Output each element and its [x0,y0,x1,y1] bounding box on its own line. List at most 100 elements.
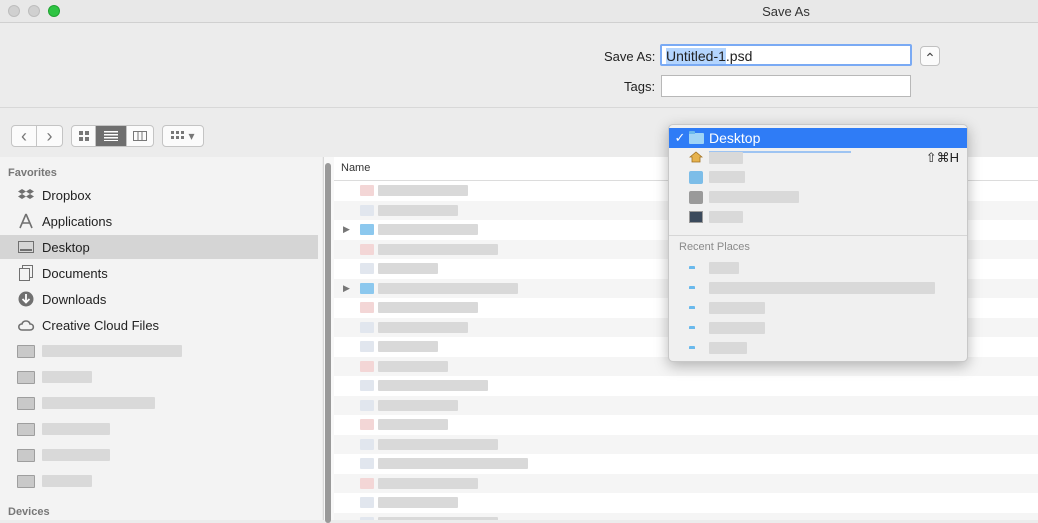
popup-recent-place[interactable] [669,278,967,298]
table-row[interactable] [334,415,1038,434]
folder-icon [16,343,36,359]
sidebar-item-desktop[interactable]: Desktop [0,235,318,259]
sidebar-item-label: Creative Cloud Files [42,317,160,333]
file-icon [360,438,374,450]
file-icon [360,419,374,430]
redacted-label [378,321,468,333]
documents-icon [16,265,36,281]
redacted-label [378,302,478,313]
table-row[interactable] [334,473,1038,493]
grid-icon [78,131,89,141]
home-icon [688,150,709,166]
redacted-label [378,458,528,469]
filename-extension: .psd [725,48,753,64]
redacted-label [378,516,498,520]
desktop-icon [16,239,36,255]
sidebar-scrollbar[interactable] [325,163,331,523]
table-row[interactable] [334,454,1038,473]
chevron-left-icon: ‹ [21,125,27,146]
redacted-label [42,449,110,461]
home-shortcut: ⇧⌘H [925,150,959,165]
user-icon [689,170,709,184]
table-row[interactable] [334,512,1038,520]
back-button[interactable]: ‹ [12,125,38,146]
file-icon [360,302,374,313]
title-bar: Save As [0,0,1038,23]
file-icon [360,204,374,216]
devices-header: Devices [8,506,50,518]
sidebar-item-applications[interactable]: Applications [0,209,318,233]
file-icon [360,224,374,235]
tags-field[interactable] [661,75,911,97]
table-row[interactable] [334,395,1038,415]
file-icon [360,263,374,274]
sidebar-item-folder[interactable] [0,417,318,441]
arrange-button[interactable]: ▾ [162,125,204,147]
sidebar-item-label: Documents [42,265,108,281]
redacted-label [378,341,438,352]
sidebar-item-label: Downloads [42,291,107,307]
sidebar-item-folder[interactable] [0,339,318,363]
redacted-label [42,397,155,409]
collapse-button[interactable]: ⌃ [920,46,940,66]
name-column-header[interactable]: Name [341,162,370,174]
file-icon [360,380,374,391]
sidebar-item-downloads[interactable]: Downloads [0,287,318,311]
popup-recent-place[interactable] [669,258,967,278]
popup-recent-place[interactable] [669,318,967,338]
redacted-label [378,477,478,489]
table-row[interactable] [334,376,1038,395]
sidebar-item-documents[interactable]: Documents [0,261,318,285]
redacted-label [378,263,438,274]
sidebar-item-creative-cloud-files[interactable]: Creative Cloud Files [0,313,318,337]
popup-recent-place[interactable] [669,338,967,358]
redacted-label [378,282,518,294]
list-view-button[interactable] [96,126,127,146]
popup-separator [669,235,967,236]
chevron-right-icon: › [46,125,53,146]
table-row[interactable] [334,493,1038,512]
popup-item-disk[interactable] [669,187,967,207]
redacted-label [709,152,743,164]
sidebar-item-folder[interactable] [0,365,318,389]
disclosure-triangle-icon[interactable]: ▶ [343,224,350,235]
table-row[interactable] [334,434,1038,454]
redacted-label [709,211,743,223]
arrange-grid-icon [171,131,185,139]
popup-item-computer[interactable] [669,207,967,227]
navigation-buttons: ‹ › [11,125,63,147]
popup-item-desktop[interactable]: ✓ Desktop [669,128,967,148]
dropbox-icon [16,187,36,203]
column-view-button[interactable] [127,126,153,146]
redacted-label [378,438,498,450]
redacted-label [378,419,448,430]
disclosure-triangle-icon[interactable]: ▶ [343,283,350,294]
folder-icon [16,447,36,463]
filename-selection: Untitled-1 [666,48,726,64]
popup-item-home[interactable]: ⇧⌘H [669,148,967,168]
computer-icon [689,211,709,223]
view-switcher [71,125,154,147]
redacted-label [378,243,498,255]
list-icon [104,131,119,141]
popup-item-user[interactable] [669,167,967,187]
sidebar-item-folder[interactable] [0,443,318,467]
sidebar-item-folder[interactable] [0,391,318,415]
redacted-label [709,322,765,334]
file-icon [360,360,374,372]
sidebar-item-folder[interactable] [0,469,318,493]
icon-view-button[interactable] [72,126,97,146]
tags-label: Tags: [624,79,656,94]
forward-button[interactable]: › [37,126,62,146]
favorites-header: Favorites [8,167,57,179]
redacted-label [378,380,488,391]
desktop-folder-icon [689,130,709,144]
chevron-up-icon: ⌃ [924,50,936,66]
file-icon [360,516,374,520]
popup-recent-place[interactable] [669,298,967,318]
filename-field[interactable]: Untitled-1.psd [660,44,912,66]
file-icon [360,458,374,469]
chevron-down-icon: ▾ [188,129,195,143]
sidebar-item-dropbox[interactable]: Dropbox [0,183,318,207]
redacted-label [709,302,765,314]
